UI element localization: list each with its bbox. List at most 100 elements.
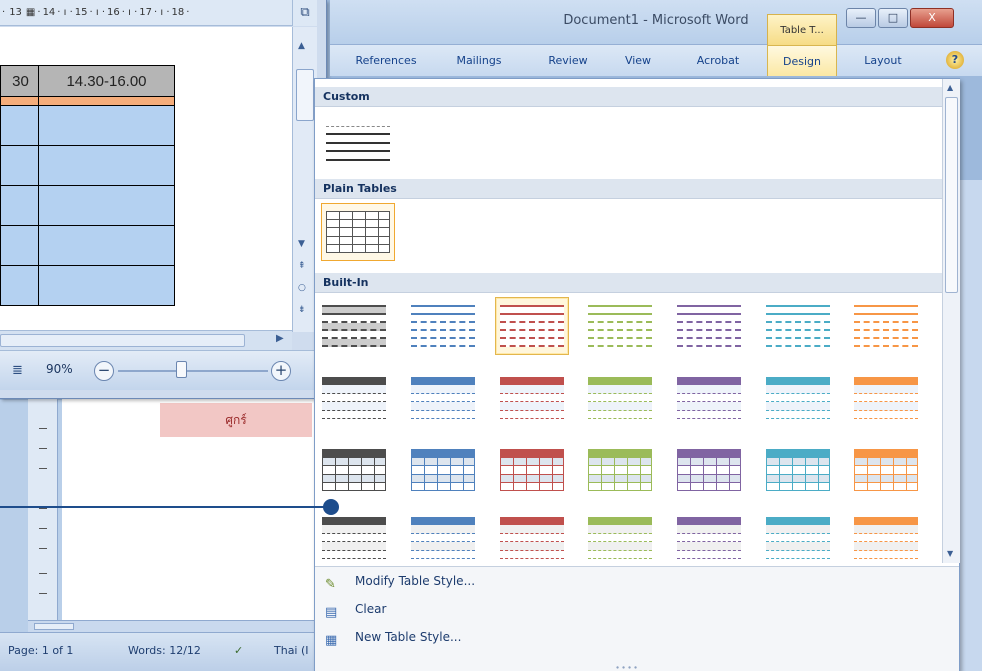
table-style-thumbnail[interactable] <box>672 509 746 567</box>
tab-acrobat[interactable]: Acrobat <box>686 45 750 76</box>
scroll-up-icon[interactable]: ▲ <box>298 41 305 51</box>
table-style-thumbnail[interactable] <box>406 441 480 499</box>
preview-horizontal-scrollbar[interactable]: ▶ <box>0 330 292 350</box>
table-style-thumbnail[interactable] <box>495 297 569 355</box>
preview-table[interactable]: 30 14.30-16.00 <box>0 65 175 306</box>
table-style-thumbnail[interactable] <box>406 509 480 567</box>
clear-table-icon: ▤ <box>325 605 338 620</box>
gallery-scrollbar[interactable]: ▲ ▼ <box>942 79 960 563</box>
draft-view-icon[interactable]: ≣ <box>12 363 23 378</box>
tab-references[interactable]: References <box>344 45 428 76</box>
callout-line <box>0 506 330 508</box>
scroll-down-icon[interactable]: ▼ <box>947 549 953 558</box>
modify-table-style-item[interactable]: ✎ Modify Table Style... <box>321 569 621 593</box>
table-style-thumbnail[interactable] <box>495 509 569 567</box>
menu-item-label: New Table Style... <box>355 630 462 644</box>
section-custom: Custom <box>315 87 942 107</box>
zoom-level[interactable]: 90% <box>46 362 73 376</box>
table-style-thumbnail[interactable] <box>583 441 657 499</box>
table-style-thumbnail[interactable] <box>761 509 835 567</box>
new-table-style-icon: ▦ <box>325 633 338 648</box>
gallery-scroll-thumb[interactable] <box>945 97 958 293</box>
table-style-thumbnail[interactable] <box>849 509 923 567</box>
vertical-ruler <box>28 398 58 620</box>
minimize-button[interactable]: — <box>846 8 876 28</box>
table-style-thumbnail[interactable] <box>849 441 923 499</box>
table-style-thumbnail[interactable] <box>761 369 835 427</box>
table-style-thumbnail[interactable] <box>583 369 657 427</box>
table-style-thumbnail[interactable] <box>317 441 391 499</box>
tab-review[interactable]: Review <box>538 45 598 76</box>
table-style-thumbnail[interactable] <box>761 297 835 355</box>
next-page-icon[interactable]: ⇟ <box>298 305 306 315</box>
preview-page[interactable]: 30 14.30-16.00 <box>0 27 292 330</box>
table-cell[interactable] <box>0 225 39 266</box>
tab-view[interactable]: View <box>616 45 660 76</box>
tab-layout[interactable]: Layout <box>850 45 916 76</box>
modify-table-style-icon: ✎ <box>325 577 336 592</box>
table-style-thumbnail[interactable] <box>495 369 569 427</box>
browse-object-icon[interactable]: ○ <box>298 283 306 293</box>
scroll-up-icon[interactable]: ▲ <box>947 83 953 92</box>
table-style-thumbnail[interactable] <box>672 441 746 499</box>
status-language[interactable]: Thai (I <box>274 644 309 657</box>
table-style-thumbnail[interactable] <box>406 297 480 355</box>
table-style-thumbnail[interactable] <box>761 441 835 499</box>
table-style-thumbnail[interactable] <box>849 297 923 355</box>
new-table-style-item[interactable]: ▦ New Table Style... <box>321 625 621 649</box>
table-cell[interactable] <box>38 185 175 226</box>
menu-item-label: Modify Table Style... <box>355 574 476 588</box>
help-icon[interactable]: ? <box>946 51 964 69</box>
table-style-thumbnail[interactable] <box>321 203 395 261</box>
ribbon-tab-bar: References Mailings Review View Acrobat … <box>330 45 982 76</box>
table-style-thumbnail[interactable] <box>583 509 657 567</box>
zoom-out-button[interactable]: − <box>94 361 114 381</box>
resize-grip-icon[interactable]: ∙∙∙∙ <box>615 663 639 671</box>
table-style-thumbnail[interactable] <box>849 369 923 427</box>
table-cell[interactable] <box>0 265 39 306</box>
table-cell[interactable] <box>38 145 175 186</box>
table-style-thumbnail[interactable] <box>317 369 391 427</box>
table-style-thumbnail[interactable] <box>406 369 480 427</box>
tab-mailings[interactable]: Mailings <box>444 45 514 76</box>
table-cell[interactable] <box>38 105 175 146</box>
table-header-cell[interactable]: 30 <box>0 65 39 97</box>
table-styles-gallery: Custom Plain Tables Built-In ▲ ▼ ✎ Modif… <box>314 78 960 671</box>
view-ruler-icon[interactable]: ⧉ <box>292 0 317 26</box>
table-style-thumbnail[interactable] <box>321 111 395 169</box>
maximize-button[interactable]: □ <box>878 8 908 28</box>
right-window-edge <box>960 180 982 671</box>
table-cell[interactable] <box>0 145 39 186</box>
previous-page-icon[interactable]: ⇞ <box>298 261 306 271</box>
table-cell[interactable] <box>38 265 175 306</box>
section-plain-tables: Plain Tables <box>315 179 942 199</box>
table-header-cell[interactable]: 14.30-16.00 <box>38 65 175 97</box>
table-cell[interactable] <box>0 185 39 226</box>
proofing-icon[interactable]: ✓ <box>234 644 243 657</box>
scroll-thumb[interactable] <box>296 69 314 121</box>
clear-table-style-item[interactable]: ▤ Clear <box>321 597 621 621</box>
close-button[interactable]: X <box>910 8 954 28</box>
table-cell[interactable] <box>38 225 175 266</box>
status-page-count[interactable]: Page: 1 of 1 <box>8 644 73 657</box>
scroll-right-icon[interactable]: ▶ <box>276 333 284 344</box>
zoom-slider-track[interactable] <box>118 370 268 372</box>
table-style-thumbnail[interactable] <box>495 441 569 499</box>
status-word-count[interactable]: Words: 12/12 <box>128 644 201 657</box>
zoomed-preview-window: · 13 ▦ · 14 · ı · 15 · ı · 16 · ı · 17 · ı · 18 · ⧉ 3… <box>0 0 327 399</box>
scroll-down-icon[interactable]: ▼ <box>298 239 305 249</box>
table-style-thumbnail[interactable] <box>672 297 746 355</box>
table-style-thumbnail[interactable] <box>672 369 746 427</box>
table-style-thumbnail[interactable] <box>317 297 391 355</box>
word-title-bar: Document1 - Microsoft Word Table T... — … <box>330 0 982 45</box>
tab-design[interactable]: Design <box>767 45 837 76</box>
zoom-slider-thumb[interactable] <box>176 361 187 378</box>
word-status-bar: Page: 1 of 1 Words: 12/12 ✓ Thai (I <box>0 632 330 671</box>
table-style-thumbnail[interactable] <box>317 509 391 567</box>
table-cell[interactable] <box>0 105 39 146</box>
zoom-in-button[interactable]: + <box>271 361 291 381</box>
section-built-in: Built-In <box>315 273 942 293</box>
table-tools-context-tab[interactable]: Table T... <box>767 14 837 45</box>
document-horizontal-scrollbar[interactable] <box>28 620 320 632</box>
table-style-thumbnail[interactable] <box>583 297 657 355</box>
